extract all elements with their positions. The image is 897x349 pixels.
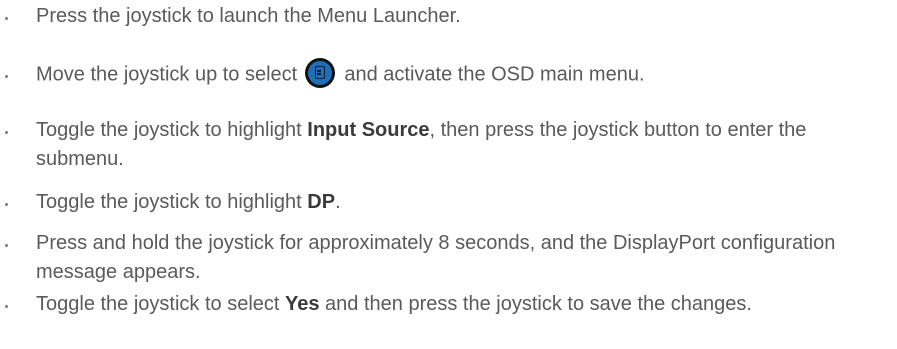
step-text-before: Move the joystick up to select (36, 63, 303, 86)
osd-menu-icon (304, 58, 335, 88)
bullet (5, 203, 8, 206)
step-text-before: Toggle the joystick to highlight (36, 119, 308, 141)
step-text: Toggle the joystick to select Yes and th… (36, 290, 885, 319)
bullet (5, 17, 8, 20)
step-text-after: . (335, 191, 341, 213)
step-bold-term: Yes (285, 293, 320, 315)
step-text: Toggle the joystick to highlight Input S… (36, 116, 885, 174)
step-text: Toggle the joystick to highlight DP. (36, 188, 885, 217)
step-text: Move the joystick up to select and activ… (36, 58, 885, 90)
instruction-list: Press the joystick to launch the Menu La… (0, 0, 897, 349)
step-bold-term: Input Source (307, 119, 430, 141)
step-text-after: and then press the joystick to save the … (319, 293, 752, 315)
bullet (5, 305, 8, 308)
step-text-after: and activate the OSD main menu. (338, 63, 645, 86)
bullet (5, 131, 8, 134)
step-bold-term: DP (307, 191, 336, 213)
step-text-before: Toggle the joystick to select (36, 293, 286, 315)
step-text: Press and hold the joystick for approxim… (36, 232, 836, 283)
step-text: Press the joystick to launch the Menu La… (36, 5, 461, 27)
bullet (5, 75, 8, 78)
bullet (5, 244, 8, 247)
step-text-before: Toggle the joystick to highlight (36, 191, 308, 213)
